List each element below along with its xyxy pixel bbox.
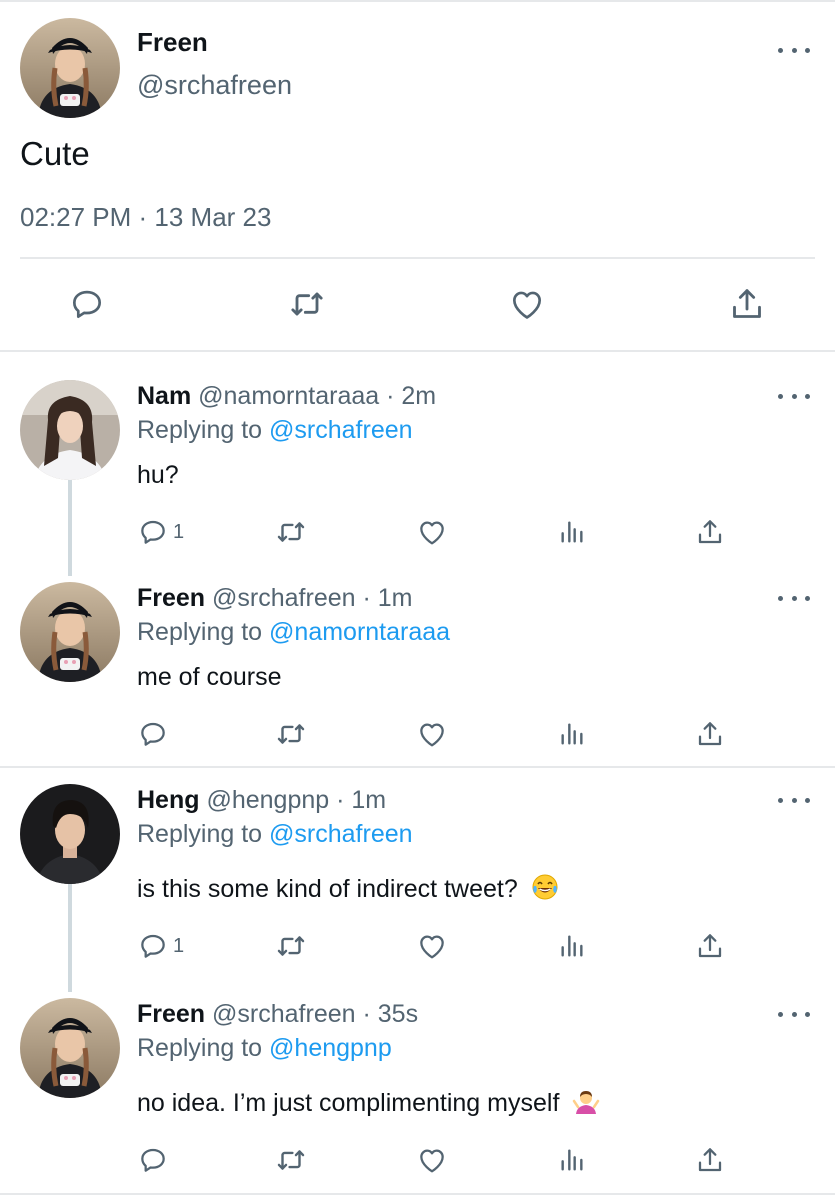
face-with-tears-of-joy-icon [531,873,559,908]
reply-icon [141,934,165,958]
reply-icon[interactable] [137,1144,169,1176]
replying-label: Replying to [137,1034,263,1062]
share-icon[interactable] [694,1144,726,1176]
tweet-text: Cute [20,135,90,172]
more-options-icon[interactable] [778,792,810,808]
replying-to: Replying to @hengpnp [137,1034,392,1063]
retweet-icon[interactable] [274,930,308,962]
handle-time[interactable]: @srchafreen · 1m [212,584,412,612]
reply-author[interactable]: Freen @srchafreen · 1m [137,584,413,613]
share-icon[interactable] [694,930,726,962]
author-name[interactable]: Nam [137,382,191,410]
reply-icon [141,520,165,544]
reply-icon[interactable] [137,718,169,750]
more-options-icon[interactable] [778,42,810,58]
thread-line [68,884,72,992]
avatar[interactable] [20,582,120,682]
more-options-icon[interactable] [778,1006,810,1022]
tweet-detail-page: Freen @srchafreen Cute 02:27 PM · 13 Mar… [0,0,835,1200]
replying-to-link[interactable]: @hengpnp [269,1034,392,1062]
handle-time[interactable]: @namorntaraaa · 2m [198,382,436,410]
author-handle[interactable]: @srchafreen [137,70,292,101]
replying-to-link[interactable]: @srchafreen [269,820,413,848]
analytics-icon[interactable] [556,930,588,962]
more-options-icon[interactable] [778,590,810,606]
avatar[interactable] [20,998,120,1098]
like-icon[interactable] [416,930,448,962]
replying-to-link[interactable]: @namorntaraaa [269,618,450,646]
section-divider [0,766,835,768]
replying-to-link[interactable]: @srchafreen [269,416,413,444]
divider [20,257,815,259]
section-divider [0,350,835,352]
retweet-icon[interactable] [274,718,308,750]
reply-author[interactable]: Nam @namorntaraaa · 2m [137,382,436,411]
handle-time[interactable]: @srchafreen · 35s [212,1000,418,1028]
share-icon[interactable] [694,516,726,548]
reply-button[interactable]: 1 [137,516,184,548]
avatar[interactable] [20,380,120,480]
author-name[interactable]: Freen [137,584,205,612]
analytics-icon[interactable] [556,1144,588,1176]
replying-to: Replying to @srchafreen [137,820,413,849]
section-divider [0,1193,835,1195]
reply-author[interactable]: Freen @srchafreen · 35s [137,1000,418,1029]
replying-to: Replying to @namorntaraaa [137,618,450,647]
avatar[interactable] [20,18,120,118]
reply-count: 1 [173,520,185,543]
retweet-icon[interactable] [274,516,308,548]
analytics-icon[interactable] [556,718,588,750]
reply-text: me of course [137,663,282,691]
author-name[interactable]: Heng [137,786,200,814]
share-icon[interactable] [694,718,726,750]
avatar[interactable] [20,784,120,884]
reply-text: no idea. I’m just complimenting myself [137,1089,560,1118]
reply-icon[interactable] [67,284,107,324]
replying-label: Replying to [137,820,263,848]
reply-text-row: no idea. I’m just complimenting myself [137,1087,600,1122]
like-icon[interactable] [416,718,448,750]
reply-button[interactable]: 1 [137,930,184,962]
like-icon[interactable] [416,1144,448,1176]
retweet-icon[interactable] [274,1144,308,1176]
author-name[interactable]: Freen [137,1000,205,1028]
reply-text-row: is this some kind of indirect tweet? [137,873,559,908]
author-name[interactable]: Freen [137,27,208,58]
like-icon[interactable] [507,284,547,324]
reply-text: is this some kind of indirect tweet? [137,875,518,904]
tweet-timestamp[interactable]: 02:27 PM · 13 Mar 23 [20,202,271,233]
reply-author[interactable]: Heng @hengpnp · 1m [137,786,386,815]
replying-to: Replying to @srchafreen [137,416,413,445]
top-divider [0,0,835,2]
replying-label: Replying to [137,416,263,444]
person-shrugging-icon [572,1087,600,1122]
handle-time[interactable]: @hengpnp · 1m [206,786,386,814]
reply-text: hu? [137,461,179,489]
analytics-icon[interactable] [556,516,588,548]
replying-label: Replying to [137,618,263,646]
thread-line [68,480,72,576]
retweet-icon[interactable] [287,284,327,324]
share-icon[interactable] [727,284,767,324]
more-options-icon[interactable] [778,388,810,404]
reply-count: 1 [173,934,185,957]
like-icon[interactable] [416,516,448,548]
